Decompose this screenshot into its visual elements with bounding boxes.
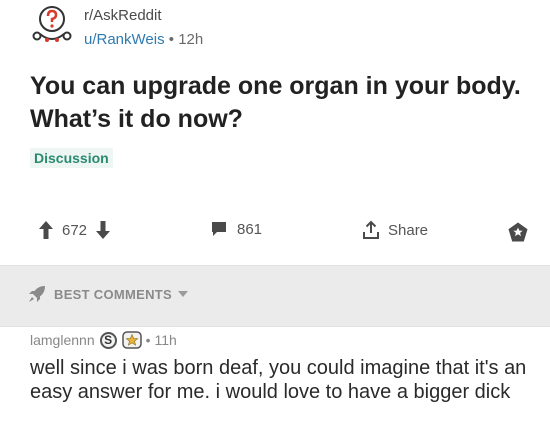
rocket-icon — [29, 286, 45, 302]
vote-count: 672 — [62, 221, 88, 239]
post-meta: r/AskReddit u/RankWeis • 12h — [84, 7, 203, 49]
comments-sort-label: BEST COMMENTS — [54, 286, 173, 302]
subreddit-link[interactable]: r/AskReddit — [84, 7, 203, 25]
comment-body: well since i was born deaf, you could im… — [30, 357, 527, 403]
upvote-icon[interactable] — [38, 220, 54, 240]
post-flair[interactable]: Discussion — [30, 148, 113, 168]
share-label: Share — [388, 221, 429, 239]
post-author-link[interactable]: u/RankWeis — [84, 31, 165, 48]
meta-separator: • — [145, 332, 151, 348]
share-button[interactable]: Share — [362, 220, 428, 240]
comment-meta: lamglennn S • 11h — [30, 330, 540, 350]
comment: lamglennn S • 11h well since i was born … — [30, 330, 540, 404]
post-age: 12h — [178, 31, 204, 48]
post-actions-bar: 672 861 Share — [0, 220, 550, 246]
save-button[interactable] — [507, 221, 529, 243]
comment-age: 11h — [154, 332, 177, 348]
comment-icon — [212, 222, 226, 236]
comments-button[interactable]: 861 — [210, 220, 262, 238]
meta-separator: • — [168, 31, 175, 48]
save-icon — [508, 222, 528, 242]
askreddit-icon[interactable] — [30, 4, 74, 48]
downvote-icon[interactable] — [95, 220, 111, 240]
author-line: u/RankWeis • 12h — [84, 31, 203, 49]
post-header: r/AskReddit u/RankWeis • 12h You can upg… — [0, 0, 550, 265]
post-title[interactable]: You can upgrade one organ in your body. … — [30, 70, 530, 136]
comment-author-link[interactable]: lamglennn — [30, 332, 95, 348]
comments-sort-dropdown[interactable]: BEST COMMENTS — [28, 285, 189, 303]
chevron-down-icon — [178, 291, 189, 297]
comment-count: 861 — [237, 220, 263, 238]
comments-sort-bar: BEST COMMENTS — [0, 265, 550, 327]
vote-controls: 672 — [38, 220, 111, 240]
user-badge: S — [99, 331, 117, 349]
award-icon[interactable] — [121, 331, 142, 349]
share-icon — [363, 220, 379, 239]
